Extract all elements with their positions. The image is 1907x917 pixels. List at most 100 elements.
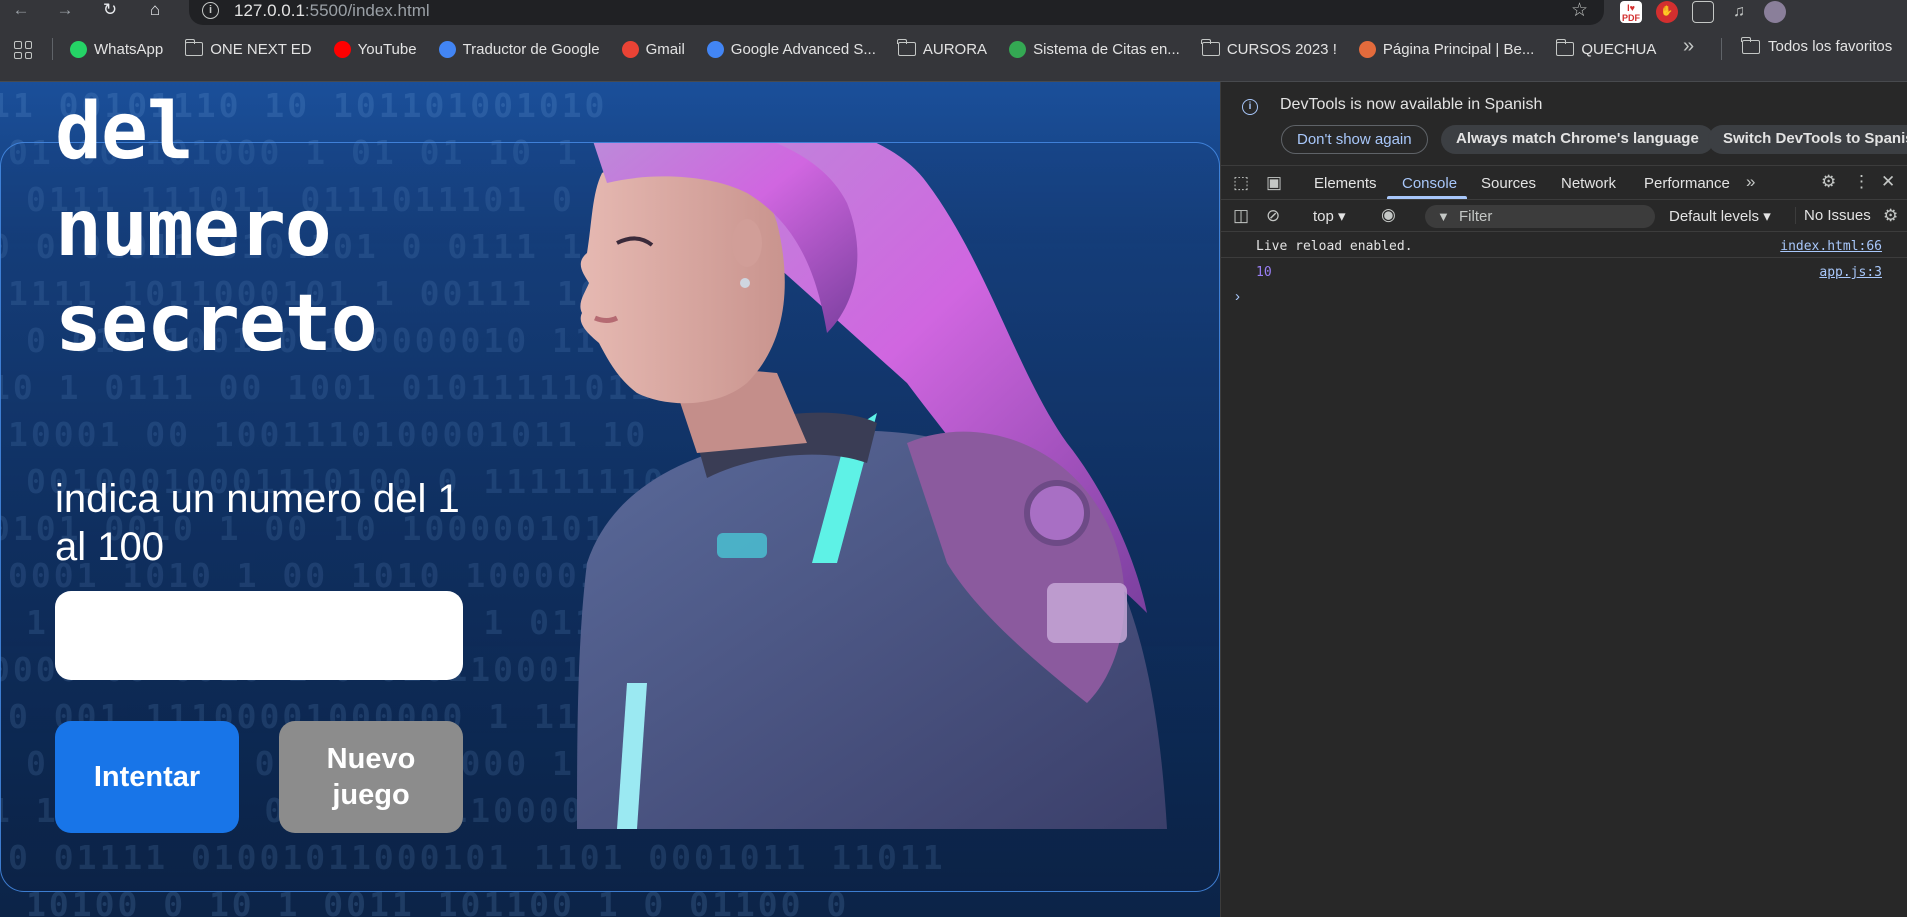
bookmark-label: ONE NEXT ED xyxy=(210,40,312,58)
info-icon: i xyxy=(1242,99,1258,115)
console-settings-gear-icon[interactable]: ⚙ xyxy=(1883,207,1898,225)
address-url[interactable]: 127.0.0.1:5500/index.html xyxy=(234,1,430,21)
bookmark-item[interactable]: Sistema de Citas en... xyxy=(1009,40,1180,58)
youtube-icon xyxy=(333,40,351,58)
console-message-text: 10 xyxy=(1256,265,1272,280)
console-message-text: Live reload enabled. xyxy=(1256,239,1413,254)
instruction-text: indica un numero del 1 al 100 xyxy=(55,477,460,569)
google-translate-icon xyxy=(438,40,456,58)
bookmark-label: YouTube xyxy=(357,40,417,58)
bookmark-label: Gmail xyxy=(645,40,685,58)
always-match-language-button[interactable]: Always match Chrome's language xyxy=(1441,125,1714,154)
console-toolbar: ◫ ⊘ top ▾ ◉ ▼ Filter Default levels ▾ No… xyxy=(1221,200,1907,232)
tab-network[interactable]: Network xyxy=(1561,175,1616,192)
all-bookmarks-button[interactable]: Todos los favoritos xyxy=(1741,36,1893,55)
pdf-extension-icon[interactable]: I♥ PDF xyxy=(1620,1,1642,23)
browser-toolbar: ← → ↻ ⌂ i 127.0.0.1:5500/index.html ☆ I♥… xyxy=(0,0,1907,27)
google-icon xyxy=(706,40,724,58)
switch-to-spanish-button[interactable]: Switch DevTools to Spanish xyxy=(1708,125,1907,154)
back-arrow-icon[interactable]: ← xyxy=(8,0,34,22)
log-levels-label: Default levels xyxy=(1669,208,1760,225)
title-line-3: secreto xyxy=(55,279,378,369)
bookmarks-separator xyxy=(52,38,53,60)
home-icon[interactable]: ⌂ xyxy=(142,0,168,22)
console-prompt-chevron-icon[interactable]: › xyxy=(1235,288,1240,306)
console-message: 10 app.js:3 xyxy=(1221,262,1907,284)
bookmark-label: WhatsApp xyxy=(94,40,164,58)
media-control-icon[interactable]: ♫ xyxy=(1728,1,1750,23)
bookmark-item[interactable]: Traductor de Google xyxy=(438,40,600,58)
bookmark-star-icon[interactable]: ☆ xyxy=(1571,0,1588,21)
sistema-icon xyxy=(1009,40,1027,58)
address-bar[interactable]: i 127.0.0.1:5500/index.html ☆ xyxy=(189,0,1604,25)
reload-icon[interactable]: ↻ xyxy=(97,0,123,22)
more-bookmarks-chevron-icon[interactable]: » xyxy=(1683,35,1694,58)
gmail-icon xyxy=(621,40,639,58)
banner-text: DevTools is now available in Spanish xyxy=(1280,96,1543,113)
bookmark-item[interactable]: ONE NEXT ED xyxy=(184,39,312,58)
adblock-extension-icon[interactable]: ✋ xyxy=(1656,1,1678,23)
page-viewport: 11 00101110 10 10110100101001 00 101000 … xyxy=(0,82,1220,917)
tab-elements[interactable]: Elements xyxy=(1314,175,1377,192)
context-selector[interactable]: top ▾ xyxy=(1313,207,1346,225)
bookmark-item[interactable]: QUECHUA xyxy=(1555,39,1657,58)
bookmarks-list: WhatsApp ONE NEXT ED YouTube Traductor de G… xyxy=(70,38,1678,60)
page-icon xyxy=(1358,40,1376,58)
inspect-element-icon[interactable]: ⬚ xyxy=(1233,174,1249,192)
bookmark-item[interactable]: Página Principal | Be... xyxy=(1358,40,1535,58)
issues-button[interactable]: No Issues xyxy=(1795,207,1871,224)
sidebar-toggle-icon[interactable]: ◫ xyxy=(1233,207,1249,225)
bookmark-label: QUECHUA xyxy=(1581,40,1657,58)
bookmark-item[interactable]: CURSOS 2023 ! xyxy=(1201,39,1337,58)
close-devtools-icon[interactable]: ✕ xyxy=(1881,173,1895,191)
filter-funnel-icon: ▼ xyxy=(1437,209,1450,224)
bookmarks-separator xyxy=(1721,38,1722,60)
title-line-2: numero xyxy=(55,184,332,274)
settings-gear-icon[interactable]: ⚙ xyxy=(1821,173,1836,191)
folder-icon xyxy=(1555,39,1575,56)
game-container: del numero secreto indica un numero del … xyxy=(0,87,1220,892)
tab-console[interactable]: Console xyxy=(1402,175,1457,192)
active-tab-indicator xyxy=(1387,196,1467,199)
live-expression-eye-icon[interactable]: ◉ xyxy=(1381,206,1396,224)
url-host: 127.0.0.1 xyxy=(234,1,305,20)
apps-grid-icon[interactable] xyxy=(14,41,32,59)
number-input[interactable] xyxy=(55,591,463,680)
whatsapp-icon xyxy=(70,40,87,58)
tab-performance[interactable]: Performance xyxy=(1644,175,1730,192)
bookmark-label: Google Advanced S... xyxy=(730,40,876,58)
all-bookmarks-label: Todos los favoritos xyxy=(1768,38,1893,55)
bookmark-label: Sistema de Citas en... xyxy=(1033,40,1180,58)
forward-arrow-icon[interactable]: → xyxy=(52,0,78,22)
bookmark-label: CURSOS 2023 ! xyxy=(1226,40,1337,58)
bookmark-item[interactable]: Gmail xyxy=(621,40,685,58)
site-info-icon[interactable]: i xyxy=(202,2,219,19)
extensions-puzzle-icon[interactable] xyxy=(1692,1,1714,23)
bookmark-label: AURORA xyxy=(922,40,988,58)
device-toolbar-icon[interactable]: ▣ xyxy=(1266,174,1282,192)
new-game-button[interactable]: Nuevo juego xyxy=(279,721,463,833)
console-message-source[interactable]: index.html:66 xyxy=(1780,239,1882,254)
more-options-icon[interactable]: ⋮ xyxy=(1853,173,1870,191)
title-line-1: del xyxy=(55,87,194,177)
folder-icon xyxy=(1201,39,1220,56)
filter-input[interactable]: ▼ Filter xyxy=(1425,205,1655,228)
bookmark-item[interactable]: AURORA xyxy=(897,39,988,58)
console-message-source[interactable]: app.js:3 xyxy=(1819,265,1882,280)
filter-placeholder: Filter xyxy=(1459,208,1493,225)
bookmark-item[interactable]: Google Advanced S... xyxy=(706,40,876,58)
bookmark-item[interactable]: WhatsApp xyxy=(70,40,164,58)
profile-avatar[interactable] xyxy=(1764,1,1786,23)
context-label: top xyxy=(1313,208,1334,225)
bookmark-label: Traductor de Google xyxy=(462,40,600,58)
url-path: :5500/index.html xyxy=(304,1,430,20)
clear-console-icon[interactable]: ⊘ xyxy=(1266,207,1280,225)
log-levels-dropdown[interactable]: Default levels ▾ xyxy=(1669,207,1771,225)
dont-show-again-button[interactable]: Don't show again xyxy=(1281,125,1428,154)
bookmark-item[interactable]: YouTube xyxy=(333,40,417,58)
more-tabs-chevron-icon[interactable]: » xyxy=(1746,173,1755,191)
astronaut-girl-image xyxy=(577,143,1167,829)
try-button[interactable]: Intentar xyxy=(55,721,239,833)
bookmark-label: Página Principal | Be... xyxy=(1382,40,1535,58)
tab-sources[interactable]: Sources xyxy=(1481,175,1536,192)
